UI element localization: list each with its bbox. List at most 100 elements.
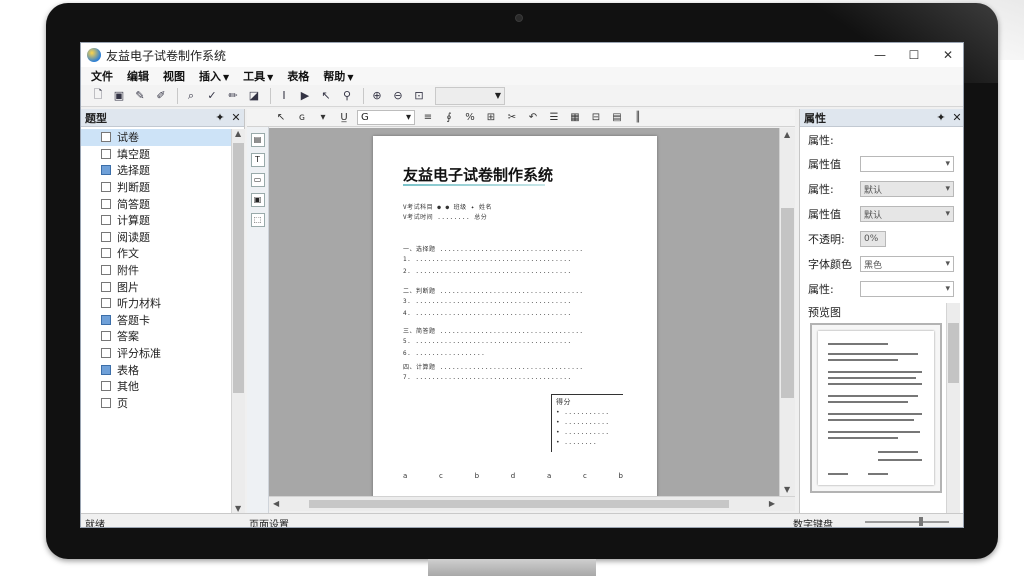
page-preview[interactable] [810,323,942,493]
checkbox[interactable] [101,215,111,226]
pin-icon[interactable]: ✦ [212,111,228,124]
find-icon[interactable]: ⚲ [338,87,356,105]
checkbox[interactable] [101,132,111,143]
list-item[interactable]: 附件 [81,262,231,279]
checkbox[interactable] [101,265,111,276]
draw-icon[interactable]: ✏ [224,87,242,105]
play-icon[interactable]: ▶ [296,87,314,105]
lasso-icon[interactable]: ⌕ [182,87,200,105]
bucket-icon[interactable]: ◪ [245,87,263,105]
undo-icon[interactable]: ↶ [525,110,541,126]
pointer-icon[interactable]: ↖ [317,87,335,105]
symbol-icon[interactable]: % [462,110,478,126]
menu-item-2[interactable]: 视图 [163,68,185,84]
pin-icon[interactable]: ✦ [933,111,949,124]
shape-icon[interactable]: ▭ [250,173,265,187]
scissors-icon[interactable]: ✂ [504,110,520,126]
document-canvas[interactable]: 友益电子试卷制作系统 V考试科目 ● ● 班级 ✦ 姓名 V考试时间 ......… [269,128,779,496]
brush-icon[interactable]: ✎ [131,87,149,105]
list-item[interactable]: 选择题 [81,162,231,179]
menu-item-6[interactable]: 帮助 ▼ [323,68,353,84]
list-item[interactable]: 判断题 [81,179,231,196]
list-item[interactable]: 试卷 [81,129,231,146]
open-folder-icon[interactable]: ▣ [110,87,128,105]
document-vertical-scrollbar[interactable]: ▲ ▼ [779,128,795,496]
checkbox[interactable] [101,165,111,176]
checkbox[interactable] [101,182,111,193]
menu-item-1[interactable]: 编辑 [127,68,149,84]
menu-item-5[interactable]: 表格 [287,68,309,84]
checkbox[interactable] [101,348,111,359]
check-icon[interactable]: ✓ [203,87,221,105]
checkbox[interactable] [101,381,111,392]
zoom-out-icon[interactable]: ⊖ [389,87,407,105]
checkbox[interactable] [101,331,111,342]
checkbox[interactable] [101,231,111,242]
checkbox[interactable] [101,397,111,408]
checkbox[interactable] [101,298,111,309]
checkbox[interactable] [101,314,111,325]
column-icon[interactable]: ║ [630,110,646,126]
table-icon[interactable]: ⊞ [483,110,499,126]
property-field[interactable]: ▾ [860,281,954,297]
text-icon[interactable]: T [250,153,265,167]
list-icon[interactable]: ☰ [546,110,562,126]
list-item[interactable]: 表格 [81,361,231,378]
toolbar-dropdown[interactable]: ▼ [435,86,505,105]
menu-item-3[interactable]: 插入 ▼ [199,68,229,84]
list-item[interactable]: 答题卡 [81,312,231,329]
property-field[interactable]: ▾ [860,156,954,172]
chevron-down-icon: ▾ [945,184,950,194]
zoom-slider-handle[interactable] [919,517,923,526]
close-icon[interactable]: ✕ [228,111,244,124]
text-cursor-icon[interactable]: I [275,87,293,105]
close-icon[interactable]: ✕ [949,111,963,124]
property-field[interactable]: 默认 ▾ [860,206,954,222]
underline-icon[interactable]: U̲ [336,110,352,126]
list-item[interactable]: 计算题 [81,212,231,229]
property-field[interactable]: 0% [860,231,886,247]
checkbox[interactable] [101,364,111,375]
list-item[interactable]: 其他 [81,378,231,395]
list-item[interactable]: 页 [81,395,231,412]
grid-box-icon[interactable]: ⬚ [250,213,265,227]
font-select[interactable]: G ▾ [357,110,415,125]
page-icon[interactable]: ▤ [250,133,265,147]
list-item[interactable]: 答案 [81,328,231,345]
list-item[interactable]: 阅读题 [81,229,231,246]
align-icon[interactable]: ≡ [420,110,436,126]
font-size-icon[interactable]: ɢ [294,110,310,126]
minimize-button[interactable]: — [863,43,897,67]
left-panel-scrollbar[interactable]: ▲ ▼ [231,129,245,513]
list-item[interactable]: 填空题 [81,146,231,163]
menu-item-0[interactable]: 文件 [91,68,113,84]
property-field[interactable]: 默认 ▾ [860,181,954,197]
border-icon[interactable]: ⊟ [588,110,604,126]
list-item[interactable]: 听力材料 [81,295,231,312]
zoom-fit-icon[interactable]: ⊡ [410,87,428,105]
list-item[interactable]: 作文 [81,245,231,262]
select-tool-icon[interactable]: ↖ [273,110,289,126]
maximize-button[interactable]: ☐ [897,43,931,67]
menu-item-4[interactable]: 工具 ▼ [243,68,273,84]
grid-icon[interactable]: ▦ [567,110,583,126]
dropdown-arrow-icon[interactable]: ▾ [315,110,331,126]
insert-box-icon[interactable]: ▣ [250,193,265,207]
right-panel-scrollbar[interactable] [946,303,960,513]
checkbox[interactable] [101,281,111,292]
close-button[interactable]: ✕ [931,43,963,67]
list-item[interactable]: 评分标准 [81,345,231,362]
document-horizontal-scrollbar[interactable]: ◀ ▶ [269,496,795,511]
list-item[interactable]: 图片 [81,278,231,295]
checkbox[interactable] [101,248,111,259]
pen-icon[interactable]: ✐ [152,87,170,105]
image-icon[interactable]: ▤ [609,110,625,126]
property-field[interactable]: 黑色 ▾ [860,256,954,272]
list-item[interactable]: 简答题 [81,195,231,212]
new-file-icon[interactable]: 🗋 [89,87,107,105]
checkbox[interactable] [101,148,111,159]
zoom-in-icon[interactable]: ⊕ [368,87,386,105]
checkbox[interactable] [101,198,111,209]
zoom-slider-track[interactable] [865,521,949,523]
formula-icon[interactable]: ∮ [441,110,457,126]
